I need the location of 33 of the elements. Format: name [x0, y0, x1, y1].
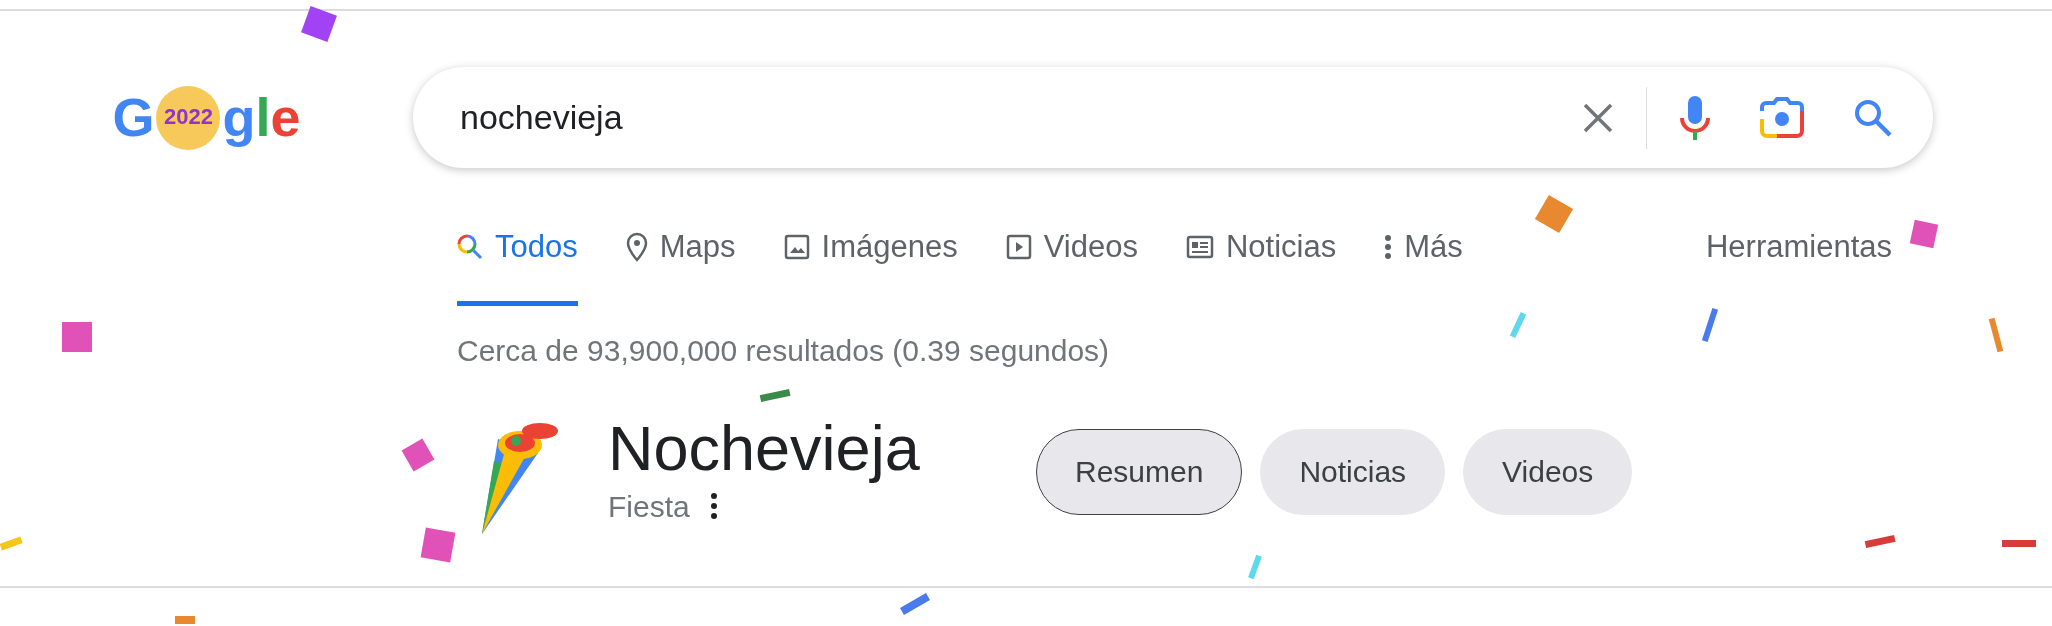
search-tab[interactable]: Videos [1005, 214, 1138, 306]
tools-button[interactable]: Herramientas [1705, 214, 1892, 271]
more-options-icon[interactable] [709, 492, 718, 521]
filter-chip[interactable]: Noticias [1260, 428, 1446, 515]
close-icon[interactable] [1582, 101, 1614, 134]
microphone-icon[interactable] [1679, 94, 1711, 141]
search-tab[interactable]: Todos [457, 214, 578, 306]
search-tab[interactable]: Noticias [1185, 214, 1337, 306]
confetti-piece [0, 536, 23, 551]
entity-title: Nochevieja [608, 414, 920, 484]
search-tab[interactable]: Imágenes [783, 214, 958, 306]
map-pin-icon [625, 232, 648, 263]
result-stats: Cerca de 93,900,000 resultados (0.39 segundos) [457, 332, 1110, 369]
confetti-piece [175, 616, 195, 624]
entity-subtitle: Fiesta [608, 488, 690, 525]
newspaper-icon [1185, 235, 1214, 260]
image-icon [783, 234, 810, 261]
search-tab[interactable]: Maps [625, 214, 736, 306]
camera-icon[interactable] [1759, 96, 1805, 139]
search-input[interactable]: nochevieja [458, 91, 1582, 144]
confetti-piece [1248, 554, 1262, 580]
search-field[interactable]: nochevieja [413, 67, 1933, 168]
search-icon [457, 234, 483, 261]
filter-chip[interactable]: Resumen [1036, 428, 1243, 515]
play-icon [1005, 234, 1032, 261]
confetti-piece [62, 322, 92, 352]
filter-chip[interactable]: Videos [1463, 428, 1633, 515]
search-tab[interactable]: Más [1384, 214, 1463, 306]
confetti-piece [1909, 219, 1939, 249]
search-icon[interactable] [1853, 97, 1893, 138]
confetti-piece [420, 527, 456, 563]
confetti-piece [2002, 540, 2036, 547]
more-options-icon [1384, 234, 1393, 261]
